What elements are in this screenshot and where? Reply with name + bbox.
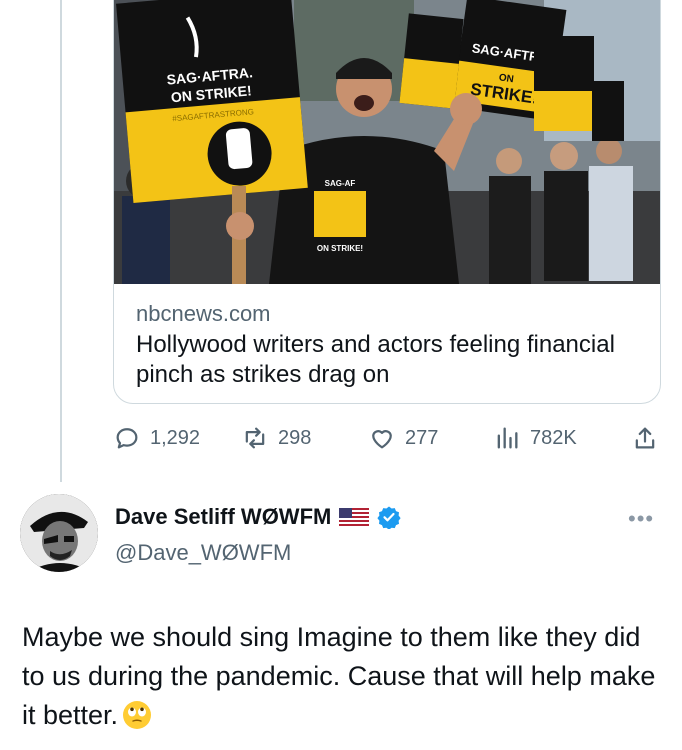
view-count: 782K [530, 426, 577, 449]
reply-icon [116, 428, 138, 449]
verified-badge-icon [377, 506, 401, 529]
share-icon [635, 427, 655, 449]
author-name-row: Dave Setliff WØWFM [115, 504, 401, 530]
heart-icon [372, 430, 392, 449]
views-button[interactable]: 782K [493, 423, 577, 453]
link-title: Hollywood writers and actors feeling fin… [136, 331, 615, 388]
repost-count: 298 [278, 426, 312, 449]
tweet-text-content: Maybe we should sing Imagine to them lik… [22, 622, 656, 730]
views-icon [497, 427, 518, 449]
reply-count: 1,292 [150, 426, 201, 449]
repost-icon [245, 427, 265, 449]
tweet-action-bar: 1,292 298 277 782K [113, 423, 661, 453]
shirt-text-top: SAG-AF [325, 179, 356, 188]
eye-roll-emoji-icon [123, 701, 152, 729]
link-preview-card[interactable]: SAG·AFTRA ON STRIKE! SAG-AF ON STRIKE! S… [113, 0, 661, 404]
avatar[interactable] [20, 494, 98, 572]
reply-button[interactable]: 1,292 [113, 423, 200, 453]
share-button[interactable] [631, 423, 659, 453]
display-name[interactable]: Dave Setliff WØWFM [115, 504, 331, 530]
us-flag-icon [339, 508, 370, 526]
user-handle[interactable]: @Dave_WØWFM [115, 540, 291, 566]
thread-connector-line [60, 0, 62, 482]
like-button[interactable]: 277 [368, 423, 438, 453]
shirt-text-bottom: ON STRIKE! [317, 244, 363, 253]
repost-button[interactable]: 298 [241, 423, 311, 453]
link-domain: nbcnews.com [136, 301, 271, 326]
tweet-text: Maybe we should sing Imagine to them lik… [22, 618, 667, 735]
more-options-icon[interactable]: ••• [628, 506, 654, 532]
news-article-image: SAG·AFTRA ON STRIKE! SAG-AF ON STRIKE! S… [114, 0, 660, 284]
like-count: 277 [405, 426, 439, 449]
